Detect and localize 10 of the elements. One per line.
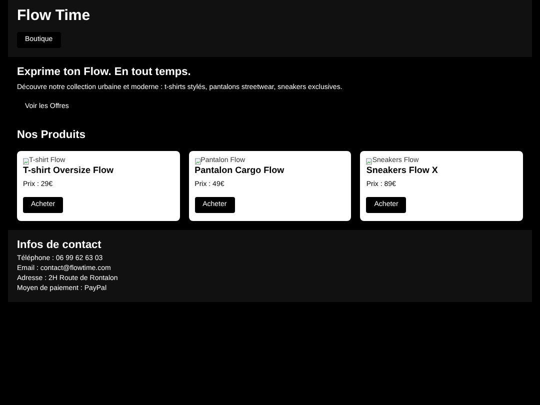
- section-heading: Nos Produits: [17, 128, 86, 142]
- broken-image-icon: [366, 158, 372, 164]
- broken-image-icon: [23, 158, 29, 164]
- product-name: T-shirt Oversize Flow: [23, 165, 114, 176]
- contact-heading: Infos de contact: [17, 238, 102, 252]
- hero-heading: Exprime ton Flow. En tout temps.: [17, 65, 191, 79]
- product-name: Pantalon Cargo Flow: [194, 165, 284, 176]
- broken-image-icon: [194, 158, 201, 164]
- site-title: Flow Time: [17, 7, 90, 25]
- product-name: Sneakers Flow X: [366, 165, 438, 176]
